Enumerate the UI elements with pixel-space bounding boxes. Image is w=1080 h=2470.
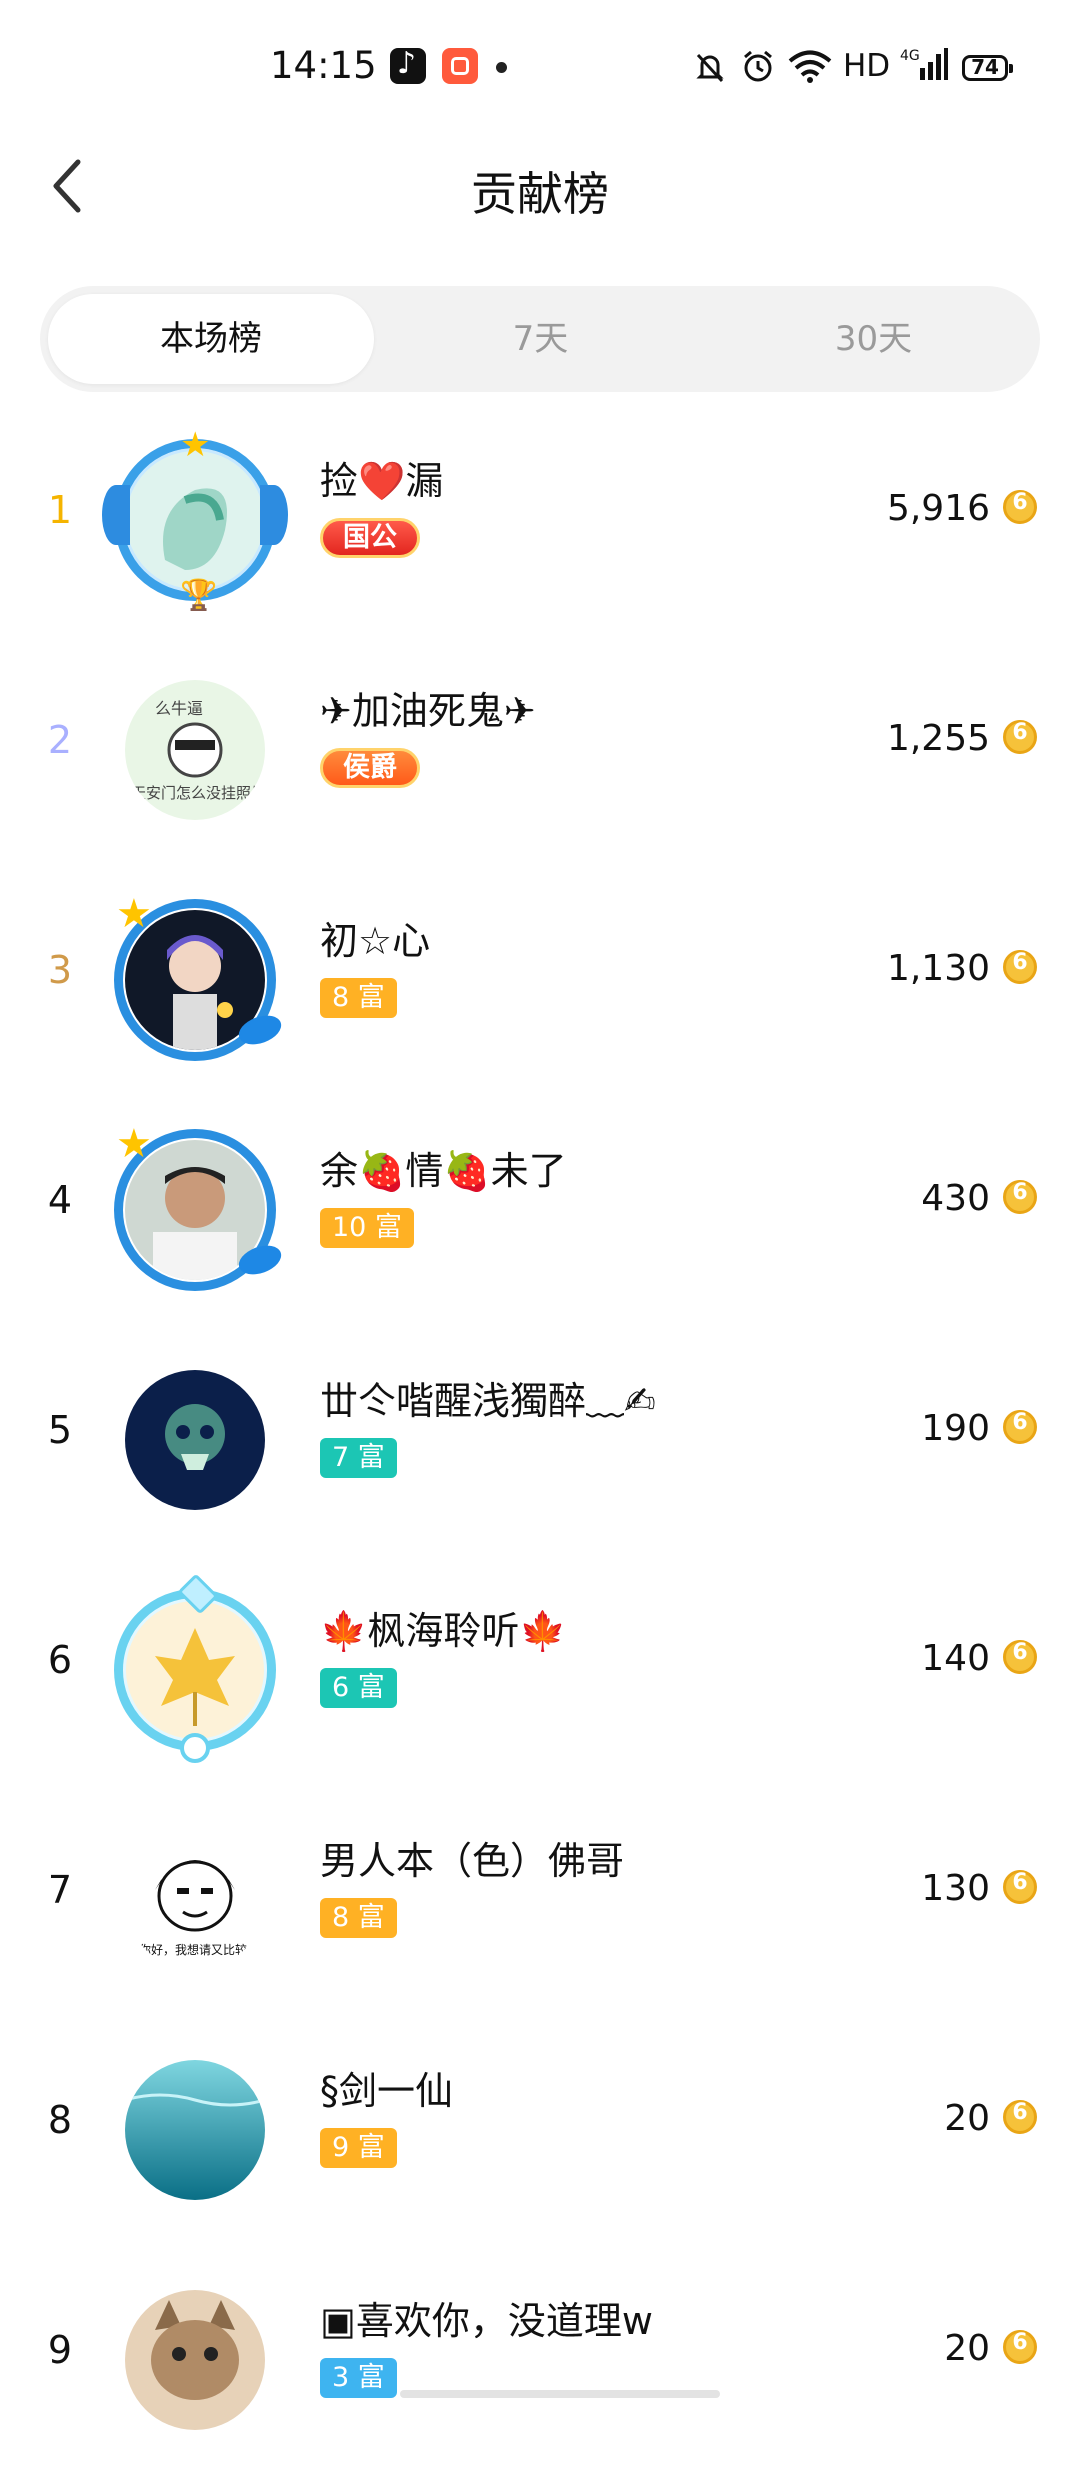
rank-number: 4 xyxy=(47,1178,73,1222)
ranking-row[interactable]: 9 ▣喜欢你，没道理w 3 富 20 xyxy=(0,2240,1080,2470)
avatar-frame xyxy=(114,1589,276,1751)
star-icon: ★ xyxy=(116,891,152,937)
ranking-list: 1 ★ 🏆 捡❤️漏 国公 5,916 2 么牛逼天安门怎么没挂照片 ✈加油死鬼… xyxy=(0,400,1080,2430)
avatar[interactable]: ★ xyxy=(114,891,286,1061)
user-name: 男人本（色）佛哥 xyxy=(320,1839,625,1883)
avatar-caption-bottom: 天安门怎么没挂照片 xyxy=(131,784,265,802)
cellular-signal-icon: 4G xyxy=(900,46,948,86)
contribution-score: 1,130 xyxy=(886,948,990,989)
frame-wing-right-icon xyxy=(260,485,288,545)
wealth-level-badge: 9 富 xyxy=(320,2128,397,2168)
avatar-image xyxy=(125,2290,265,2430)
wealth-level-badge: 10 富 xyxy=(320,1208,414,1248)
rank-number: 9 xyxy=(47,2328,73,2372)
avatar[interactable] xyxy=(114,1573,276,1763)
coin-icon xyxy=(1003,2100,1037,2134)
wealth-level-badge: 6 富 xyxy=(320,1668,397,1708)
ranking-row[interactable]: 1 ★ 🏆 捡❤️漏 国公 5,916 xyxy=(0,400,1080,630)
avatar[interactable] xyxy=(120,2285,270,2435)
user-name: ✈加油死鬼✈ xyxy=(320,689,536,733)
wealth-level-badge: 8 富 xyxy=(320,978,397,1018)
tab-this-session[interactable]: 本场榜 xyxy=(48,294,374,384)
status-bar: 14:15 HD 4G 74 xyxy=(0,0,1080,130)
tiktok-notification-icon xyxy=(390,46,426,84)
contribution-score: 140 xyxy=(921,1638,990,1679)
rank-number: 8 xyxy=(47,2098,73,2142)
noble-badge: 侯爵 xyxy=(320,748,420,788)
coin-icon xyxy=(1003,1640,1037,1674)
user-name: 丗仒喈醒浅獨醉﹏✍ xyxy=(320,1379,656,1423)
ranking-period-tabs: 本场榜 7天 30天 xyxy=(40,286,1040,392)
ranking-row[interactable]: 2 么牛逼天安门怎么没挂照片 ✈加油死鬼✈ 侯爵 1,255 xyxy=(0,630,1080,860)
contribution-score: 430 xyxy=(921,1178,990,1219)
battery-icon: 74 xyxy=(962,55,1013,81)
avatar[interactable]: ★ xyxy=(114,1121,286,1291)
avatar-image xyxy=(125,2060,265,2200)
coin-icon xyxy=(1003,1870,1037,1904)
avatar[interactable] xyxy=(120,1365,270,1515)
tab-30-days[interactable]: 30天 xyxy=(707,294,1040,384)
avatar-image xyxy=(125,1370,265,1510)
rank-number: 5 xyxy=(47,1408,73,1452)
user-name: 🍁枫海聆听🍁 xyxy=(320,1609,567,1653)
contribution-score: 20 xyxy=(944,2328,990,2369)
coin-icon xyxy=(1003,2330,1037,2364)
ranking-row[interactable]: 3 ★ 初☆心 8 富 1,130 xyxy=(0,860,1080,1090)
tab-7-days[interactable]: 7天 xyxy=(374,294,707,384)
battery-level: 74 xyxy=(971,55,999,79)
coin-icon xyxy=(1003,1410,1037,1444)
user-name: 初☆心 xyxy=(320,919,431,963)
mute-bell-icon xyxy=(693,50,727,90)
contribution-score: 1,255 xyxy=(886,718,990,759)
avatar-caption-top: 么牛逼 xyxy=(155,699,203,718)
trophy-icon: 🏆 xyxy=(180,578,218,613)
star-icon: ★ xyxy=(116,1121,152,1167)
user-name: 捡❤️漏 xyxy=(320,459,444,503)
rank-number: 3 xyxy=(47,948,73,992)
user-name: ▣喜欢你，没道理w xyxy=(320,2299,653,2343)
rank-number: 1 xyxy=(47,488,73,532)
user-name: 余🍓情🍓未了 xyxy=(320,1149,567,1193)
contribution-score: 190 xyxy=(921,1408,990,1449)
wealth-level-badge: 7 富 xyxy=(320,1438,397,1478)
ranking-row[interactable]: 4 ★ 余🍓情🍓未了 10 富 430 xyxy=(0,1090,1080,1320)
rank-number: 6 xyxy=(47,1638,73,1682)
wifi-icon xyxy=(788,50,832,90)
frame-wing-left-icon xyxy=(102,485,130,545)
user-name: §剑一仙 xyxy=(320,2069,454,2113)
avatar-image: 你好，我想请又比较 xyxy=(125,1830,265,1970)
ranking-row[interactable]: 5 丗仒喈醒浅獨醉﹏✍ 7 富 190 xyxy=(0,1320,1080,1550)
status-time: 14:15 xyxy=(270,44,377,87)
wealth-level-badge: 8 富 xyxy=(320,1898,397,1938)
alarm-icon xyxy=(740,48,776,88)
kuaishou-notification-icon xyxy=(442,48,478,84)
avatar[interactable]: 你好，我想请又比较 xyxy=(120,1825,270,1975)
ranking-row[interactable]: 8 §剑一仙 9 富 20 xyxy=(0,2010,1080,2240)
rank-number: 2 xyxy=(47,718,73,762)
contribution-score: 5,916 xyxy=(886,488,990,529)
avatar[interactable]: ★ 🏆 xyxy=(102,425,288,613)
coin-icon xyxy=(1003,1180,1037,1214)
rank-number: 7 xyxy=(47,1868,73,1912)
contribution-score: 20 xyxy=(944,2098,990,2139)
contribution-score: 130 xyxy=(921,1868,990,1909)
scroll-indicator xyxy=(400,2390,720,2398)
hd-indicator: HD xyxy=(843,48,891,84)
avatar[interactable]: 么牛逼天安门怎么没挂照片 xyxy=(120,675,270,825)
coin-icon xyxy=(1003,490,1037,524)
page-title: 贡献榜 xyxy=(471,167,609,221)
avatar[interactable] xyxy=(120,2055,270,2205)
noble-badge: 国公 xyxy=(320,518,420,558)
avatar-image: 么牛逼天安门怎么没挂照片 xyxy=(125,680,265,820)
cellular-label: 4G xyxy=(900,48,920,64)
wealth-level-badge: 3 富 xyxy=(320,2358,397,2398)
avatar-caption: 你好，我想请又比较 xyxy=(139,1942,247,1957)
ranking-row[interactable]: 6 🍁枫海聆听🍁 6 富 140 xyxy=(0,1550,1080,1780)
more-notifications-dot-icon xyxy=(496,62,507,73)
ranking-row[interactable]: 7 你好，我想请又比较 男人本（色）佛哥 8 富 130 xyxy=(0,1780,1080,2010)
crown-star-icon: ★ xyxy=(180,425,211,465)
coin-icon xyxy=(1003,950,1037,984)
coin-icon xyxy=(1003,720,1037,754)
ring-icon xyxy=(180,1733,210,1763)
